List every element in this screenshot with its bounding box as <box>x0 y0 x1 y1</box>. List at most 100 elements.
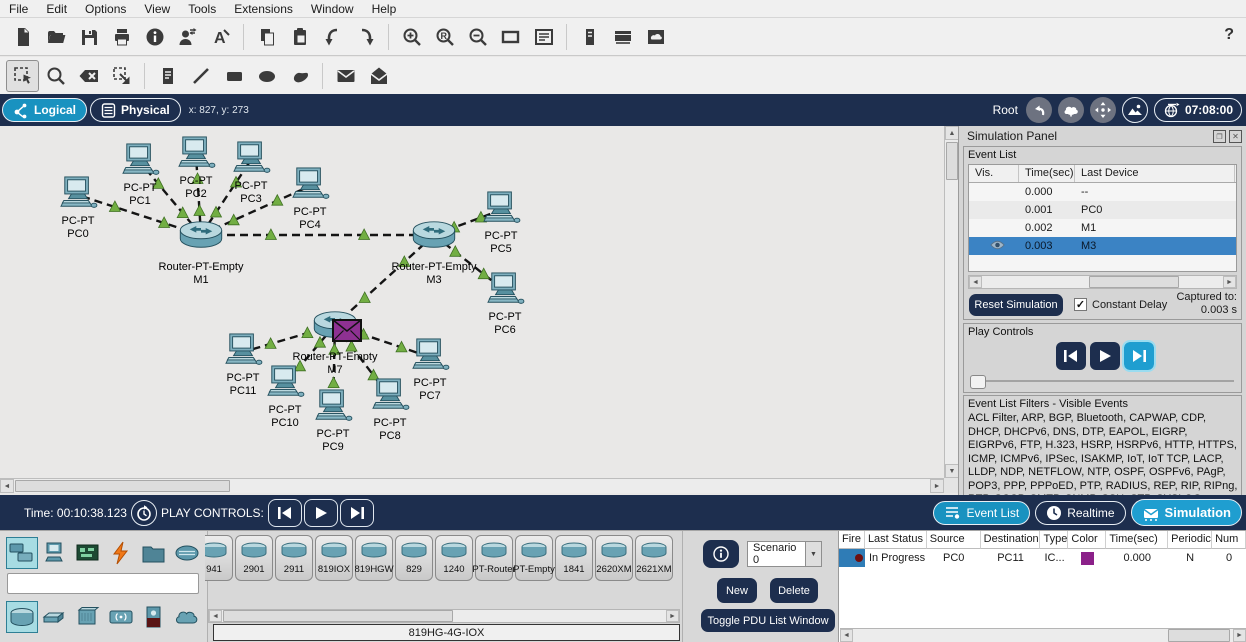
add-simple-pdu-icon[interactable] <box>329 60 362 92</box>
pdu-fire-cell[interactable] <box>839 549 865 567</box>
category-multiuser[interactable] <box>138 537 170 569</box>
menu-edit[interactable]: Edit <box>37 2 76 16</box>
draw-freeform-tool-icon[interactable] <box>283 60 316 92</box>
pdu-scroll-handle[interactable] <box>1168 629 1230 642</box>
inspect-tool-icon[interactable] <box>39 60 72 92</box>
select-tool-icon[interactable] <box>6 59 39 92</box>
category-remote-network[interactable] <box>171 537 203 569</box>
event-list-toggle-button[interactable]: Event List <box>933 500 1031 525</box>
horizontal-scroll-handle[interactable] <box>15 480 230 492</box>
custom-devices-dialog-icon[interactable] <box>527 21 560 53</box>
save-icon[interactable] <box>72 21 105 53</box>
scroll-right-arrow[interactable]: ► <box>930 479 944 493</box>
zoom-in-icon[interactable] <box>395 21 428 53</box>
print-icon[interactable] <box>105 21 138 53</box>
event-scroll-right-arrow[interactable]: ► <box>1223 276 1236 288</box>
event-row[interactable]: 0.002 M1 <box>969 219 1236 237</box>
delete-tool-icon[interactable] <box>72 60 105 92</box>
device-node-PC11[interactable]: PC-PT PC11 <box>193 333 293 398</box>
new-cluster-button[interactable] <box>1057 97 1084 123</box>
help-icon[interactable]: ? <box>1224 26 1234 44</box>
model-2620XM[interactable]: 2620XM <box>595 535 633 581</box>
scenario-info-button[interactable] <box>703 540 739 568</box>
event-column-lastdevice[interactable]: Last Device <box>1075 165 1235 182</box>
category-network-devices[interactable] <box>6 537 38 569</box>
float-panel-icon[interactable]: ❐ <box>1213 130 1226 143</box>
pdu-scroll-right-arrow[interactable]: ► <box>1233 629 1246 642</box>
pdu-list-scrollbar[interactable]: ◄ ► <box>840 628 1246 642</box>
model-scroll-right-arrow[interactable]: ► <box>666 610 679 622</box>
zoom-reset-icon[interactable]: R <box>428 21 461 53</box>
reset-time-icon[interactable] <box>130 499 157 526</box>
pdu-column-destination[interactable]: Destination <box>980 531 1041 549</box>
pdu-column-periodic[interactable]: Periodic <box>1168 531 1213 549</box>
delete-scenario-button[interactable]: Delete <box>770 578 818 603</box>
category-power-grid[interactable] <box>105 537 137 569</box>
place-note-tool-icon[interactable] <box>151 60 184 92</box>
pdu-list-row[interactable]: In Progress PC0 PC11 IC... 0.000 N 0 <box>839 549 1246 567</box>
pdu-column-fire[interactable]: Fire <box>839 531 865 549</box>
close-panel-icon[interactable]: ✕ <box>1229 130 1242 143</box>
speed-slider-track[interactable] <box>972 380 1234 382</box>
redo-icon[interactable] <box>349 21 382 53</box>
event-list-table[interactable]: Vis. Time(sec) Last Device 0.000 -- 0.001 PC0… <box>968 164 1237 272</box>
menu-window[interactable]: Window <box>302 2 363 16</box>
paste-icon[interactable] <box>283 21 316 53</box>
reset-simulation-button[interactable]: Reset Simulation <box>969 294 1063 316</box>
model-941[interactable]: 941 <box>205 535 233 581</box>
scroll-left-arrow[interactable]: ◄ <box>0 479 14 493</box>
play-button[interactable] <box>1090 342 1120 370</box>
pdu-scroll-left-arrow[interactable]: ◄ <box>840 629 853 642</box>
model-819IOX[interactable]: 819IOX <box>315 535 353 581</box>
workspace-canvas[interactable]: PC-PT PC0 PC-PT PC1 PC-PT PC2 PC-PT PC3 PC-PT PC4… <box>0 126 944 478</box>
meta-info-icon[interactable] <box>138 21 171 53</box>
event-list-scrollbar[interactable]: ◄ ► <box>968 275 1237 289</box>
event-scroll-left-arrow[interactable]: ◄ <box>969 276 982 288</box>
model-2901[interactable]: 2901 <box>235 535 273 581</box>
event-column-vis[interactable]: Vis. <box>969 165 1019 182</box>
step-forward-button[interactable] <box>1122 340 1156 372</box>
pdu-column-source[interactable]: Source <box>926 531 981 549</box>
event-visibility-cell[interactable] <box>969 240 1019 253</box>
draw-ellipse-tool-icon[interactable] <box>250 60 283 92</box>
move-object-button[interactable] <box>1089 97 1116 123</box>
speed-slider-handle[interactable] <box>970 375 986 389</box>
new-scenario-button[interactable]: New <box>717 578 757 603</box>
viewport-icon[interactable] <box>606 21 639 53</box>
device-node-M7[interactable]: Router-PT-Empty M7 <box>285 309 385 377</box>
menu-tools[interactable]: Tools <box>179 2 225 16</box>
bottom-step-forward-button[interactable] <box>339 498 374 527</box>
menu-view[interactable]: View <box>135 2 179 16</box>
user-profile-icon[interactable] <box>171 21 204 53</box>
subcategory-wan-emulation[interactable] <box>171 601 203 633</box>
model-PT-Empty[interactable]: PT-Empty <box>513 535 555 581</box>
device-node-M1[interactable]: Router-PT-Empty M1 <box>151 219 251 287</box>
menu-help[interactable]: Help <box>363 2 406 16</box>
model-scroll-handle[interactable] <box>223 610 453 622</box>
scroll-up-arrow[interactable]: ▲ <box>945 126 959 140</box>
draw-rectangle-tool-icon[interactable] <box>217 60 250 92</box>
toggle-pdu-list-button[interactable]: Toggle PDU List Window <box>701 609 835 632</box>
step-back-button[interactable] <box>1056 342 1086 370</box>
constant-delay-checkbox[interactable]: ✓ <box>1074 298 1087 311</box>
event-row[interactable]: 0.001 PC0 <box>969 201 1236 219</box>
scenario-dropdown[interactable]: Scenario 0 ▼ <box>747 541 822 567</box>
set-background-button[interactable] <box>1121 97 1148 123</box>
drawing-palette-icon[interactable] <box>494 21 527 53</box>
physical-view-tab[interactable]: Physical <box>90 98 181 122</box>
copy-icon[interactable] <box>250 21 283 53</box>
algorithm-settings-icon[interactable] <box>573 21 606 53</box>
pdu-column-color[interactable]: Color <box>1068 531 1107 549</box>
model-strip-scrollbar[interactable]: ◄ ► <box>208 609 680 623</box>
add-complex-pdu-icon[interactable] <box>362 60 395 92</box>
event-row[interactable]: 0.003 M3 <box>969 237 1236 255</box>
scenario-dropdown-arrow-icon[interactable]: ▼ <box>805 542 821 566</box>
bottom-step-back-button[interactable] <box>267 498 302 527</box>
canvas-horizontal-scrollbar[interactable]: ◄ ► <box>0 478 944 493</box>
pdu-column-timesec[interactable]: Time(sec) <box>1106 531 1169 549</box>
back-navigation-button[interactable] <box>1025 97 1052 123</box>
zoom-out-icon[interactable] <box>461 21 494 53</box>
subcategory-security[interactable] <box>138 601 170 633</box>
network-cloud-icon[interactable] <box>639 21 672 53</box>
vertical-scroll-handle[interactable] <box>946 142 958 180</box>
